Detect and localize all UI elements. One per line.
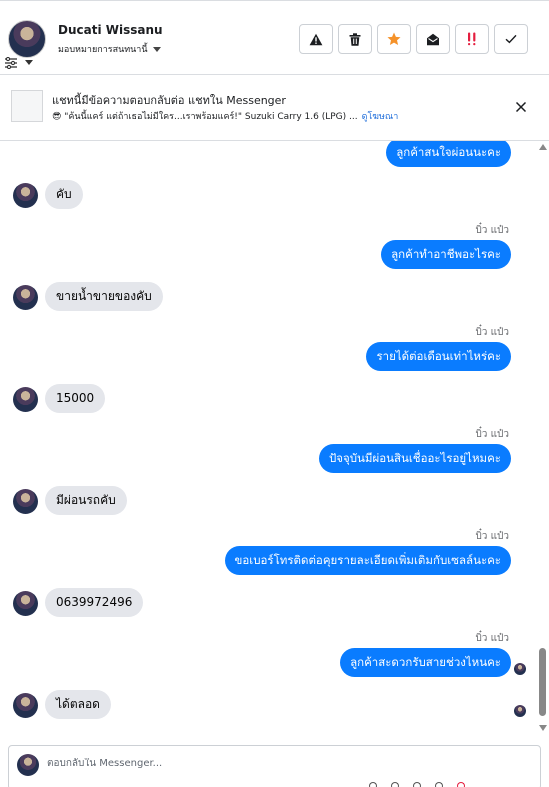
outgoing-message[interactable]: ขอเบอร์โทรติดต่อคุยรายละเอียดเพิ่มเติมกั… [224, 546, 511, 575]
follow-up-button[interactable] [455, 24, 489, 54]
incoming-message[interactable]: มีผ่อนรถคับ [45, 486, 127, 515]
conversation-header: Ducati Wissanu มอบหมายการสนทนานี้ [0, 0, 549, 75]
exclamation-icon [468, 32, 476, 46]
check-icon [505, 34, 517, 44]
banner-subtitle: 😎 "ค้นนี้แคร์ แต่ถ้าเธอไม่มีใคร...เราพร้… [52, 109, 398, 123]
filter-icon[interactable] [4, 57, 18, 69]
saved-reply-icon[interactable] [413, 782, 421, 787]
sender-name: บิ๋ว แป๋ว [475, 225, 509, 236]
trash-icon [349, 32, 361, 46]
incoming-message[interactable]: คับ [45, 180, 83, 209]
contact-avatar[interactable] [13, 285, 38, 310]
contact-name[interactable]: Ducati Wissanu [58, 23, 163, 37]
attach-icon[interactable] [391, 782, 399, 787]
contact-avatar[interactable] [13, 591, 38, 616]
reply-composer [8, 745, 541, 787]
envelope-open-icon [427, 33, 439, 45]
outgoing-message[interactable]: ปัจจุบันมีผ่อนสินเชื่ออะไรอยู่ไหมคะ [318, 444, 511, 473]
contact-avatar[interactable] [13, 693, 38, 718]
warning-icon [309, 33, 323, 45]
incoming-message[interactable]: 15000 [45, 384, 106, 413]
sender-name: บิ๋ว แป๋ว [475, 429, 509, 440]
contact-avatar[interactable] [13, 183, 38, 208]
outgoing-message[interactable]: ลูกค้าทำอาชีพอะไรคะ [381, 240, 511, 269]
gif-icon[interactable] [435, 782, 443, 787]
sender-name: บิ๋ว แป๋ว [475, 327, 509, 338]
star-button[interactable] [377, 24, 411, 54]
emoji-icon[interactable] [369, 782, 377, 787]
scroll-up-arrow-icon[interactable] [539, 144, 547, 150]
spam-button[interactable] [299, 24, 333, 54]
conversation-actions [299, 24, 528, 54]
star-icon [387, 32, 401, 45]
sender-name: บิ๋ว แป๋ว [475, 531, 509, 542]
incoming-message[interactable]: ขายน้ำขายของคับ [45, 282, 163, 311]
chevron-down-icon [152, 46, 161, 52]
reply-input[interactable] [47, 758, 517, 769]
seen-avatar [514, 705, 526, 717]
outgoing-message[interactable]: ลูกค้าสะดวกรับสายช่วงไหนคะ [340, 648, 511, 677]
seen-avatar [514, 663, 526, 675]
ad-thumbnail[interactable] [11, 90, 43, 122]
scrollbar[interactable] [536, 141, 549, 739]
assign-label: มอบหมายการสนทนานี้ [58, 45, 148, 55]
composer-toolbar [369, 782, 465, 787]
contact-avatar[interactable] [8, 20, 46, 58]
view-ad-link[interactable]: ดูโฆษณา [362, 112, 399, 122]
outgoing-message[interactable]: รายได้ต่อเดือนเท่าไหร่คะ [366, 342, 511, 371]
outgoing-message[interactable]: ลูกค้าสนใจผ่อนนะคะ [386, 141, 511, 167]
scroll-thumb[interactable] [539, 648, 546, 716]
incoming-message[interactable]: ได้ตลอด [45, 690, 111, 719]
scroll-down-arrow-icon[interactable] [539, 725, 547, 731]
assign-conversation-dropdown[interactable]: มอบหมายการสนทนานี้ [58, 42, 161, 56]
close-icon[interactable] [514, 100, 528, 114]
filter-dropdown-icon[interactable] [25, 60, 33, 65]
contact-avatar[interactable] [13, 387, 38, 412]
contact-avatar[interactable] [13, 489, 38, 514]
incoming-message[interactable]: 0639972496 [45, 588, 144, 617]
sender-name: บิ๋ว แป๋ว [475, 633, 509, 644]
like-icon[interactable] [457, 782, 465, 787]
ad-text: 😎 "ค้นนี้แคร์ แต่ถ้าเธอไม่มีใคร...เราพร้… [52, 112, 358, 122]
delete-button[interactable] [338, 24, 372, 54]
messenger-reply-banner: แชทนี้มีข้อความตอบกลับต่อ แชทใน Messenge… [0, 76, 549, 141]
banner-title: แชทนี้มีข้อความตอบกลับต่อ แชทใน Messenge… [52, 94, 286, 107]
done-button[interactable] [494, 24, 528, 54]
message-thread[interactable]: ลูกค้าสนใจผ่อนนะคะ คับ บิ๋ว แป๋ว ลูกค้าท… [0, 141, 549, 739]
mark-unread-button[interactable] [416, 24, 450, 54]
page-avatar [17, 754, 39, 776]
